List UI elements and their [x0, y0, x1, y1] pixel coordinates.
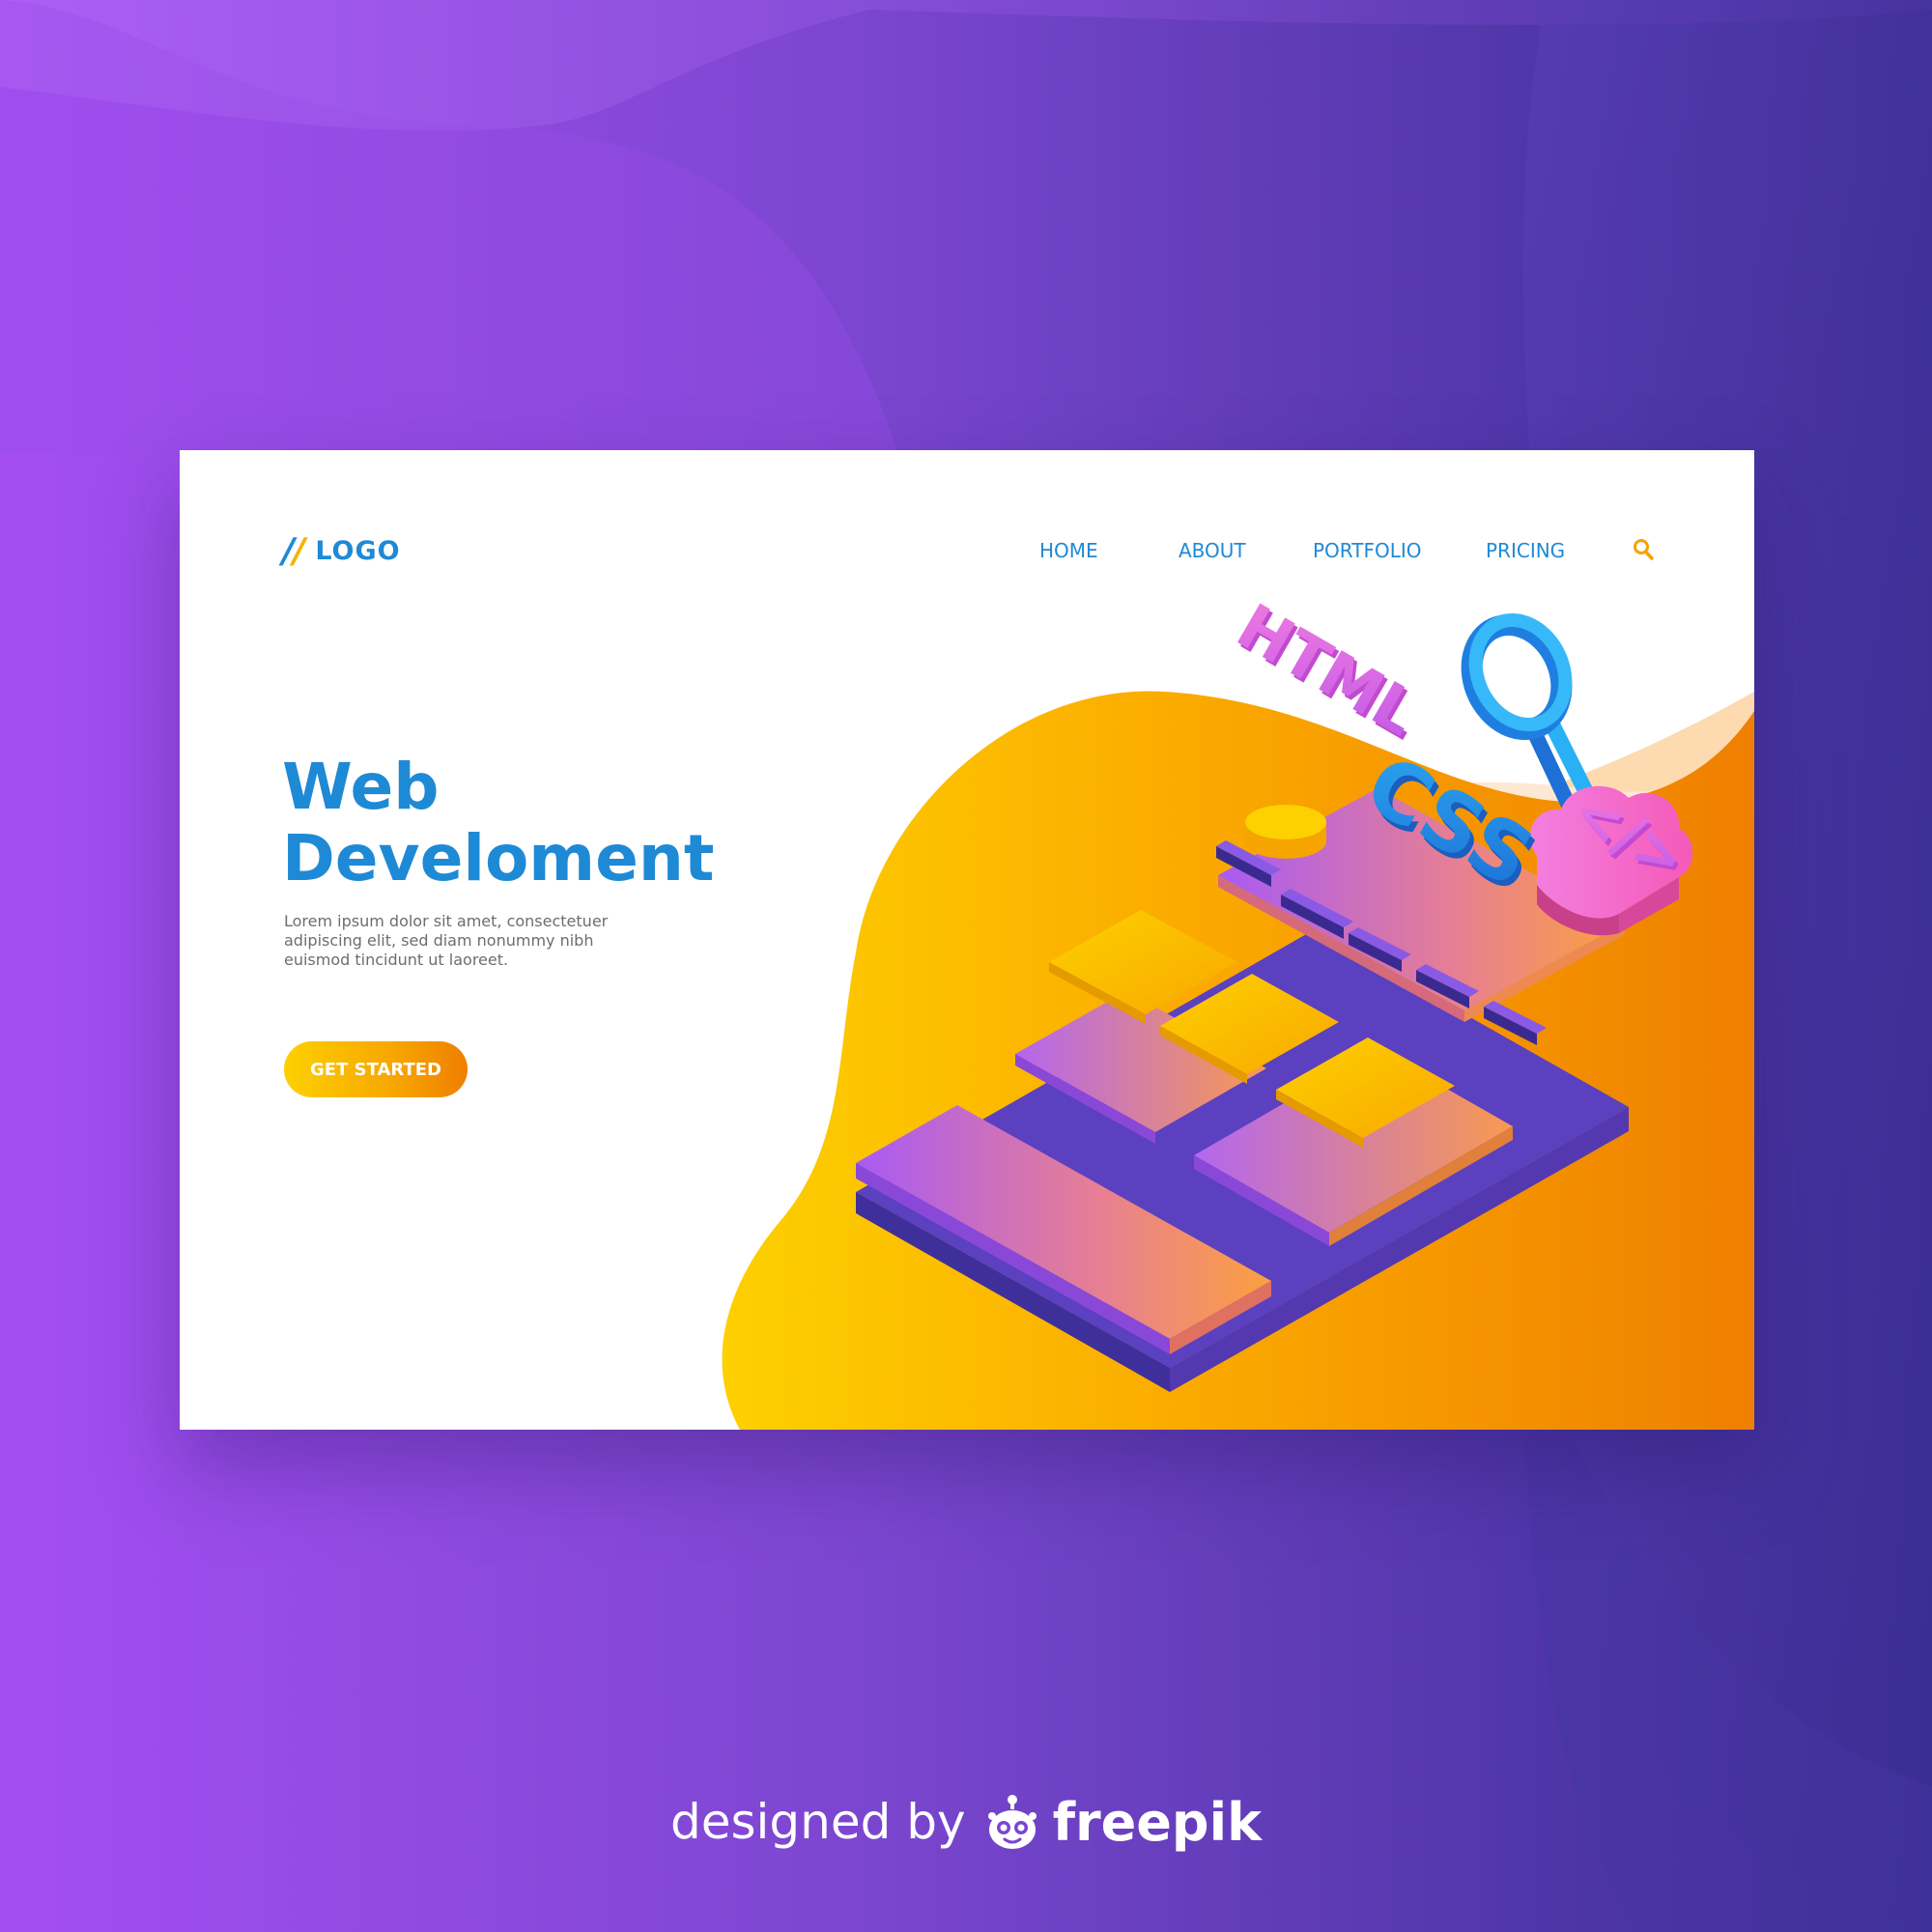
nav-item-about[interactable]: ABOUT [1179, 539, 1246, 562]
landing-card: HTML HTML CSS CSS </> </> // LOGO HOME A… [180, 450, 1754, 1430]
freepik-logo-icon [987, 1795, 1037, 1849]
logo-text: LOGO [315, 535, 401, 566]
footer-text: designed by [669, 1794, 966, 1850]
nav-item-portfolio[interactable]: PORTFOLIO [1313, 539, 1422, 562]
search-icon[interactable] [1631, 537, 1656, 562]
logo[interactable]: // LOGO [282, 530, 401, 571]
hero-description: Lorem ipsum dolor sit amet, consectetuer… [284, 912, 609, 969]
get-started-button[interactable]: GET STARTED [284, 1041, 468, 1097]
nav-item-home[interactable]: HOME [1039, 539, 1098, 562]
coin-shape [1245, 805, 1326, 859]
title-line-1: Web [282, 750, 440, 824]
footer-brand: freepik [1052, 1791, 1263, 1853]
footer-credit: designed by freepik [0, 1783, 1932, 1861]
nav-item-pricing[interactable]: PRICING [1486, 539, 1565, 562]
title-line-2: Develoment [282, 821, 715, 895]
page-background: HTML HTML CSS CSS </> </> // LOGO HOME A… [0, 0, 1932, 1932]
page-title: Web Develoment [282, 752, 714, 895]
logo-slashes-icon: // [282, 530, 305, 571]
